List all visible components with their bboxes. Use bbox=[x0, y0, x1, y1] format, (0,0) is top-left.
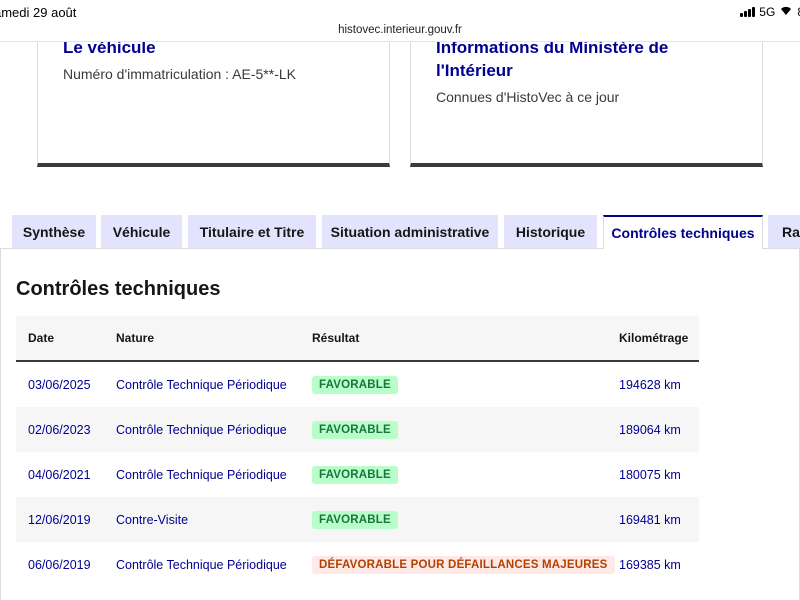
table-body: 03/06/2025 Contrôle Technique Périodique F… bbox=[16, 362, 699, 587]
row-result: FAVORABLE bbox=[312, 362, 398, 407]
table-header: Date Nature Résultat Kilométrage bbox=[16, 316, 699, 362]
ministry-info-card-title[interactable]: Informations du Ministère de l'Intérieur bbox=[436, 36, 736, 82]
row-km: 189064 km bbox=[619, 422, 681, 437]
row-result: FAVORABLE bbox=[312, 497, 398, 542]
wifi-icon bbox=[779, 5, 793, 19]
tab-synthese[interactable]: Synthèse bbox=[12, 215, 96, 248]
favorable-badge: FAVORABLE bbox=[312, 465, 398, 484]
tab-rapport[interactable]: Rap bbox=[768, 215, 800, 248]
row-km: 169481 km bbox=[619, 512, 681, 527]
status-bar: amedi 29 août histovec.interieur.gouv.fr… bbox=[0, 0, 800, 42]
tab-situation-administrative[interactable]: Situation administrative bbox=[322, 215, 498, 248]
ministry-info-card-description: Connues d'HistoVec à ce jour bbox=[436, 89, 620, 105]
row-date: 02/06/2023 bbox=[28, 422, 91, 437]
signal-icon bbox=[740, 7, 756, 17]
row-km: 169385 km bbox=[619, 557, 681, 572]
defavorable-badge: DÉFAVORABLE POUR DÉFAILLANCES MAJEURES bbox=[312, 555, 615, 574]
row-result: FAVORABLE bbox=[312, 452, 398, 497]
inspections-table: Date Nature Résultat Kilométrage 03/06/2… bbox=[16, 316, 699, 587]
table-row: 12/06/2019 Contre-Visite FAVORABLE 169481 k… bbox=[16, 497, 699, 542]
table-row: 02/06/2023 Contrôle Technique Périodique F… bbox=[16, 407, 699, 452]
column-header-date: Date bbox=[28, 331, 55, 345]
tab-vehicule[interactable]: Véhicule bbox=[101, 215, 182, 248]
section-title: Contrôles techniques bbox=[16, 278, 221, 300]
ministry-info-card: Informations du Ministère de l'Intérieur… bbox=[410, 28, 763, 167]
tab-controles-techniques[interactable]: Contrôles techniques bbox=[603, 215, 763, 249]
table-row: 04/06/2021 Contrôle Technique Périodique F… bbox=[16, 452, 699, 497]
favorable-badge: FAVORABLE bbox=[312, 375, 398, 394]
row-km: 194628 km bbox=[619, 377, 681, 392]
status-indicators: 5G 8 bbox=[740, 5, 800, 19]
row-result: DÉFAVORABLE POUR DÉFAILLANCES MAJEURES bbox=[312, 542, 615, 587]
row-date: 03/06/2025 bbox=[28, 377, 91, 392]
row-nature: Contrôle Technique Périodique bbox=[116, 467, 287, 482]
network-label: 5G bbox=[759, 5, 776, 19]
row-nature: Contrôle Technique Périodique bbox=[116, 422, 287, 437]
tab-historique[interactable]: Historique bbox=[504, 215, 597, 248]
address-bar-url[interactable]: histovec.interieur.gouv.fr bbox=[0, 24, 800, 36]
column-header-nature: Nature bbox=[116, 331, 155, 345]
status-date: amedi 29 août bbox=[0, 5, 77, 20]
row-date: 06/06/2019 bbox=[28, 557, 91, 572]
favorable-badge: FAVORABLE bbox=[312, 510, 398, 529]
tab-titulaire-et-titre[interactable]: Titulaire et Titre bbox=[188, 215, 316, 248]
row-date: 12/06/2019 bbox=[28, 512, 91, 527]
vehicle-card-description: Numéro d'immatriculation : AE-5**-LK bbox=[63, 66, 296, 82]
row-km: 180075 km bbox=[619, 467, 681, 482]
row-result: FAVORABLE bbox=[312, 407, 398, 452]
column-header-result: Résultat bbox=[312, 331, 360, 345]
tab-bar: Synthèse Véhicule Titulaire et Titre Sit… bbox=[0, 215, 800, 249]
favorable-badge: FAVORABLE bbox=[312, 420, 398, 439]
column-header-km: Kilométrage bbox=[619, 331, 689, 345]
row-nature: Contrôle Technique Périodique bbox=[116, 557, 287, 572]
table-row: 03/06/2025 Contrôle Technique Périodique F… bbox=[16, 362, 699, 407]
row-nature: Contre-Visite bbox=[116, 512, 189, 527]
table-row: 06/06/2019 Contrôle Technique Périodique D… bbox=[16, 542, 699, 587]
vehicle-card: Le véhicule Numéro d'immatriculation : A… bbox=[37, 28, 390, 167]
row-date: 04/06/2021 bbox=[28, 467, 91, 482]
row-nature: Contrôle Technique Périodique bbox=[116, 377, 287, 392]
